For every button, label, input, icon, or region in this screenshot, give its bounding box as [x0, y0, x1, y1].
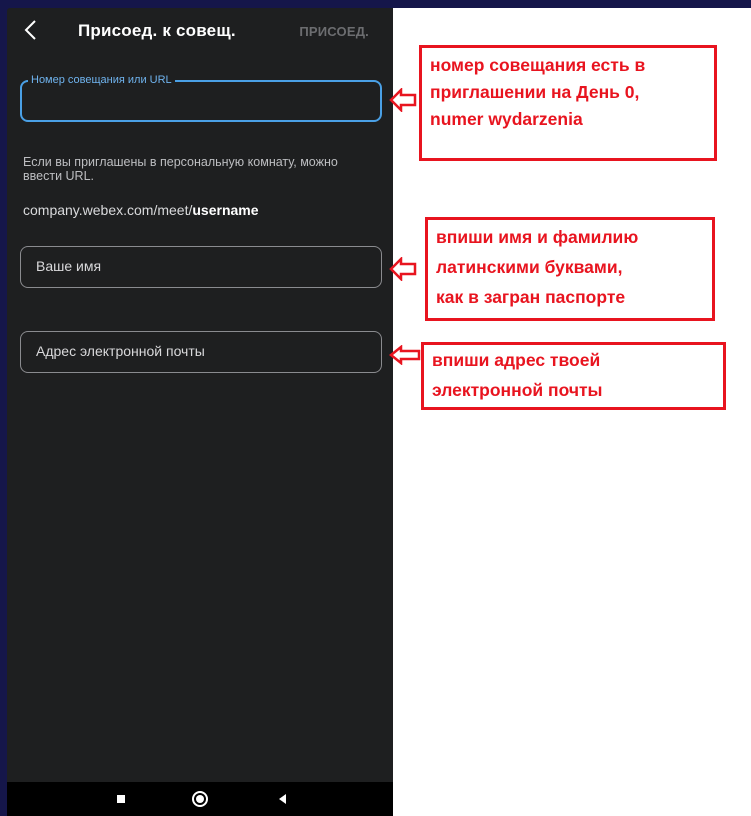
- home-circle-icon[interactable]: [190, 789, 210, 809]
- meeting-number-field[interactable]: Номер совещания или URL: [20, 73, 382, 122]
- name-placeholder: Ваше имя: [36, 258, 102, 274]
- annotation-line: numer wydarzenia: [430, 109, 583, 129]
- annotation-meeting-number: номер совещания есть в приглашении на Де…: [419, 45, 717, 161]
- phone-screen: Присоед. к совещ. ПРИСОЕД. Номер совещан…: [7, 8, 393, 816]
- annotation-line: как в загран паспорте: [436, 287, 626, 307]
- annotation-arrow-1-icon: [389, 88, 417, 112]
- annotation-line: номер совещания есть в: [430, 55, 646, 75]
- back-arrow-icon[interactable]: [21, 18, 41, 42]
- back-triangle-icon[interactable]: [273, 789, 293, 809]
- app-header: Присоед. к совещ. ПРИСОЕД.: [7, 8, 393, 56]
- email-placeholder: Адрес электронной почты: [36, 343, 205, 359]
- email-field[interactable]: Адрес электронной почты: [20, 331, 382, 373]
- url-example-prefix: company.webex.com/meet/: [23, 202, 193, 218]
- annotation-line: латинскими буквами,: [436, 257, 623, 277]
- annotation-email: впиши адрес твоей электронной почты: [421, 342, 726, 410]
- recents-square-icon[interactable]: [112, 789, 132, 809]
- annotation-line: приглашении на День 0,: [430, 82, 640, 102]
- android-nav-bar: [7, 782, 393, 816]
- annotation-name: впиши имя и фамилию латинскими буквами, …: [425, 217, 715, 321]
- annotation-arrow-3-icon: [389, 345, 421, 365]
- meeting-number-label: Номер совещания или URL: [28, 73, 175, 87]
- personal-room-hint: Если вы приглашены в персональную комнат…: [23, 155, 338, 183]
- annotation-line: электронной почты: [432, 380, 603, 400]
- url-example-username: username: [192, 202, 259, 218]
- annotation-line: впиши имя и фамилию: [436, 227, 639, 247]
- join-button[interactable]: ПРИСОЕД.: [299, 24, 369, 39]
- annotation-line: впиши адрес твоей: [432, 350, 601, 370]
- page-title: Присоед. к совещ.: [78, 21, 236, 40]
- url-example: company.webex.com/meet/username: [23, 202, 259, 218]
- annotation-arrow-2-icon: [389, 257, 417, 281]
- name-field[interactable]: Ваше имя: [20, 246, 382, 288]
